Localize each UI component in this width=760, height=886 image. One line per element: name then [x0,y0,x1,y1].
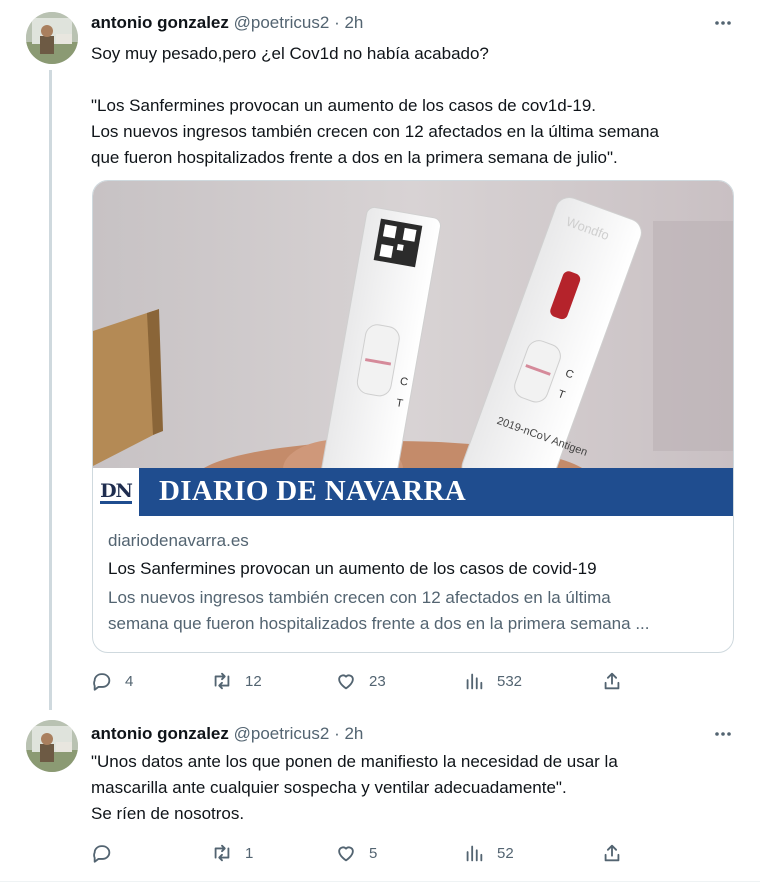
tweet-time[interactable]: 2h [344,13,363,32]
reply-count: 4 [125,672,134,690]
share-button[interactable] [601,841,623,865]
tweet-text: Soy muy pesado,pero ¿el Cov1d no había a… [91,41,736,171]
like-count: 5 [369,844,378,862]
retweet-button[interactable]: 12 [211,669,262,693]
publisher-logo: DN [93,468,139,516]
publisher-name: DIARIO DE NAVARRA [159,475,466,507]
retweet-arrows-icon [214,672,230,690]
avatar[interactable] [26,12,78,64]
speech-bubble-icon [93,845,111,863]
more-horizontal-icon [715,732,731,736]
author-name[interactable]: antonio gonzalez [91,13,229,32]
like-button[interactable]: 5 [335,841,377,865]
retweet-count: 12 [245,672,262,690]
views-button[interactable]: 52 [463,841,514,865]
article-image: C T Wondfo C T 2019-nCoV Antigen [93,181,733,516]
tweet-text-line: Los nuevos ingresos también crecen con 1… [91,122,659,141]
card-description-line: Los nuevos ingresos también crecen con 1… [108,588,611,607]
more-horizontal-icon [715,21,731,25]
heart-icon [338,846,354,862]
tweet-2[interactable]: antonio gonzalez @poetricus2 · 2h "Unos … [0,700,760,886]
tweet-header: antonio gonzalez @poetricus2 · 2h [91,12,363,34]
more-options-button[interactable] [708,723,738,745]
tweet-text-line [91,67,736,93]
tweet-text-line: Se ríen de nosotros. [91,804,245,823]
heart-icon [338,674,354,690]
bar-chart-icon [466,673,483,690]
separator-dot: · [334,724,340,743]
link-preview-card[interactable]: C T Wondfo C T 2019-nCoV Antigen DN DIAR… [92,180,734,653]
like-button[interactable]: 23 [335,669,386,693]
upload-arrow-icon [604,672,620,690]
divider [0,881,760,882]
author-handle[interactable]: @poetricus2 [234,724,330,743]
views-button[interactable]: 532 [463,669,522,693]
reply-button[interactable] [91,841,113,865]
card-title: Los Sanfermines provocan un aumento de l… [108,559,597,578]
reply-button[interactable]: 4 [91,669,133,693]
tweet-text-line: que fueron hospitalizados frente a dos e… [91,148,618,167]
separator-dot: · [334,13,340,32]
more-options-button[interactable] [708,12,738,34]
tweet-1[interactable]: antonio gonzalez @poetricus2 · 2h Soy mu… [0,0,760,710]
card-domain: diariodenavarra.es [108,531,249,550]
tweet-text-line: mascarilla ante cualquier sospecha y ven… [91,778,567,797]
retweet-button[interactable]: 1 [211,841,253,865]
publisher-logo-text: DN [100,479,133,504]
publisher-banner: DN DIARIO DE NAVARRA [93,468,733,516]
action-bar: 1 5 52 [91,841,631,865]
action-bar: 4 12 23 532 [91,669,631,693]
avatar[interactable] [26,720,78,772]
card-description-line: semana que fueron hospitalizados frente … [108,614,650,633]
tweet-header: antonio gonzalez @poetricus2 · 2h [91,723,363,745]
author-handle[interactable]: @poetricus2 [234,13,330,32]
retweet-count: 1 [245,844,254,862]
speech-bubble-icon [93,673,111,691]
like-count: 23 [369,672,386,690]
views-count: 52 [497,844,514,862]
thread-line [49,70,52,710]
tweet-text-line: Soy muy pesado,pero ¿el Cov1d no había a… [91,44,489,63]
share-button[interactable] [601,669,623,693]
bar-chart-icon [466,845,483,862]
upload-arrow-icon [604,844,620,862]
tweet-text: "Unos datos ante los que ponen de manifi… [91,749,736,827]
tweet-text-line: "Unos datos ante los que ponen de manifi… [91,752,618,771]
tweet-text-line: "Los Sanfermines provocan un aumento de … [91,96,597,115]
views-count: 532 [497,672,523,690]
retweet-arrows-icon [214,844,230,862]
author-name[interactable]: antonio gonzalez [91,724,229,743]
tweet-time[interactable]: 2h [344,724,363,743]
card-description: Los nuevos ingresos también crecen con 1… [108,585,720,637]
